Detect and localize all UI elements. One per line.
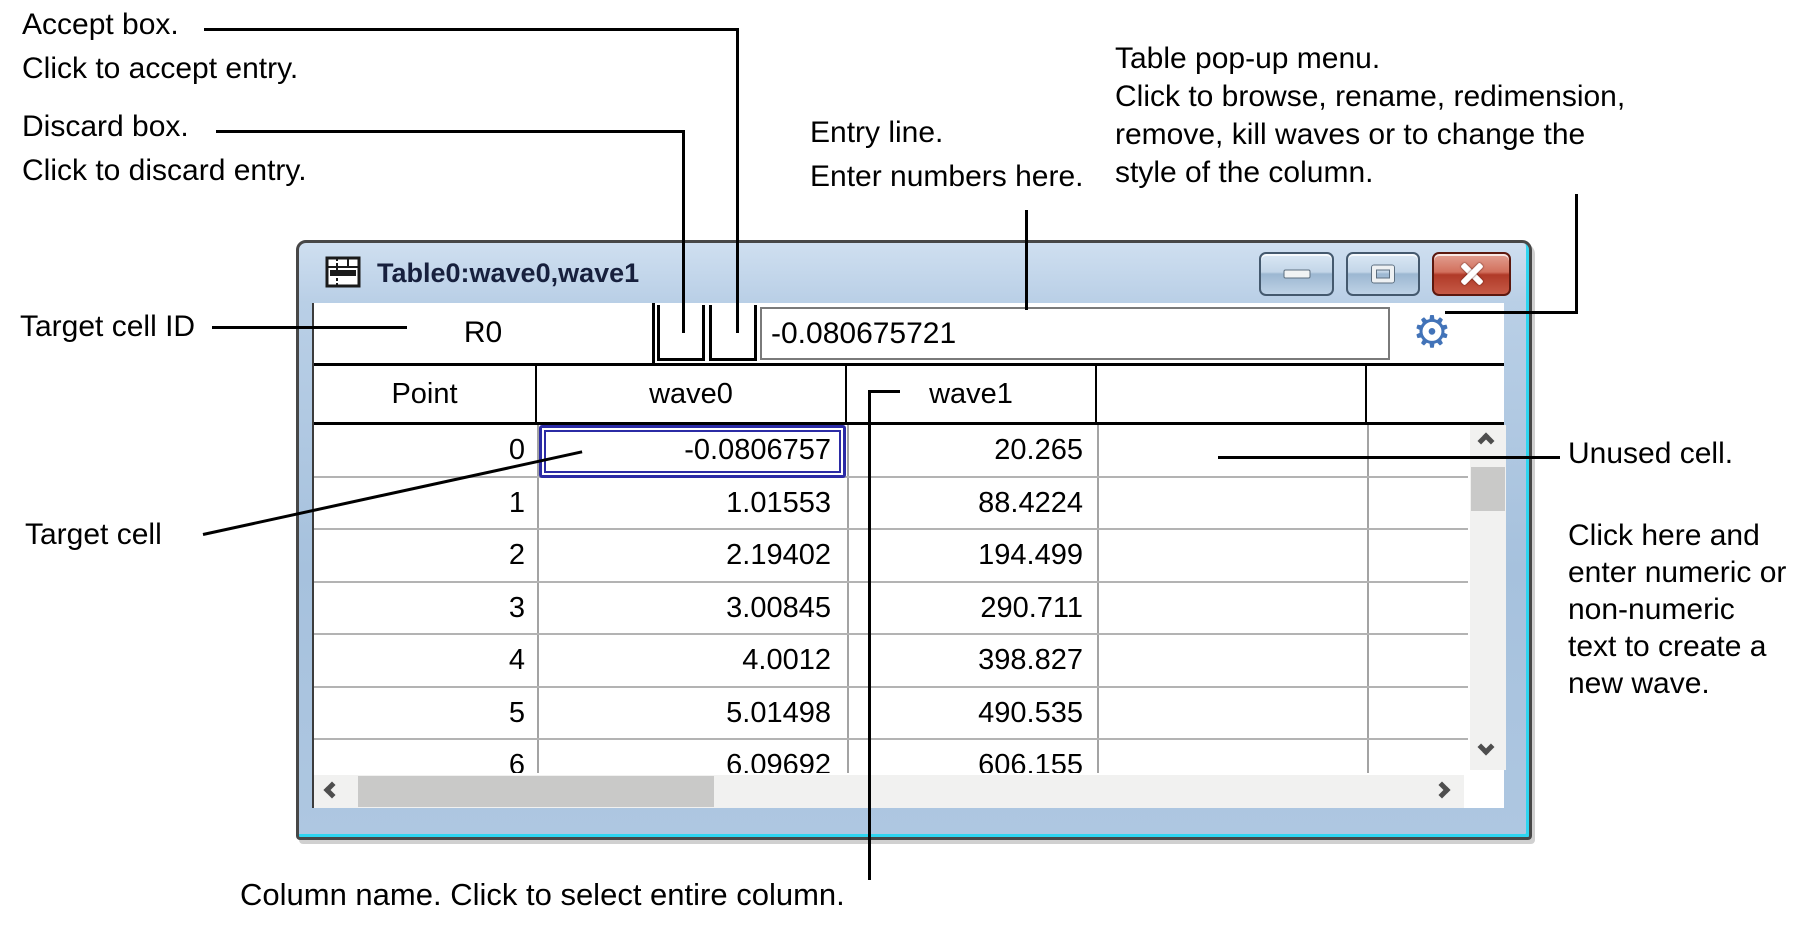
annotation-discard-title: Discard box.	[22, 110, 189, 144]
vertical-scrollbar-thumb[interactable]	[1471, 467, 1505, 511]
cell-point-row5[interactable]: 5	[314, 688, 537, 738]
callout-line-column-name-tick	[868, 390, 900, 393]
callout-line-accept-v	[736, 28, 739, 333]
callout-line-entry	[1025, 210, 1028, 310]
figure-canvas: Accept box. Click to accept entry. Disca…	[0, 0, 1811, 927]
annotation-new-wave-line4: text to create a	[1568, 628, 1786, 665]
scroll-left-icon[interactable]	[324, 782, 341, 799]
annotation-target-cell-id: Target cell ID	[20, 310, 195, 344]
annotation-column-name: Column name. Click to select entire colu…	[240, 878, 845, 912]
vertical-scrollbar[interactable]	[1470, 425, 1506, 770]
callout-line-unused-cell	[1218, 456, 1560, 459]
column-header-unused-1[interactable]	[1097, 366, 1367, 422]
column-header-point[interactable]: Point	[314, 366, 537, 422]
callout-line-popup-v	[1575, 194, 1578, 314]
annotation-accept-title: Accept box.	[22, 8, 179, 42]
annotation-popup-line4: style of the column.	[1115, 154, 1625, 192]
table-row: 44.0012398.827	[314, 635, 1468, 688]
cell-wave0-row4[interactable]: 4.0012	[537, 635, 847, 685]
annotation-new-wave-line2: enter numeric or	[1568, 554, 1786, 591]
callout-line-target-cell-id	[212, 326, 407, 329]
annotation-popup-line3: remove, kill waves or to change the	[1115, 116, 1625, 154]
table-row: 22.19402194.499	[314, 530, 1468, 583]
table-grid-icon	[325, 256, 361, 288]
horizontal-scrollbar-thumb[interactable]	[358, 776, 714, 807]
cell-wave1-row0[interactable]: 20.265	[847, 425, 1097, 475]
column-header-unused-2[interactable]	[1367, 366, 1468, 422]
callout-line-discard-v	[682, 130, 685, 333]
table-header-row: Point wave0 wave1	[314, 363, 1504, 425]
maximize-icon	[1372, 266, 1394, 283]
cell-wave1-row1[interactable]: 88.4224	[847, 478, 1097, 528]
target-cell-id-display: R0	[314, 303, 655, 363]
table-toolbar: R0 ⚙	[314, 303, 1504, 363]
cell-wave0-row3[interactable]: 3.00845	[537, 583, 847, 633]
annotation-popup-line2: Click to browse, rename, redimension,	[1115, 78, 1625, 116]
accept-box[interactable]	[709, 305, 757, 361]
annotation-unused-cell: Unused cell.	[1568, 437, 1733, 471]
annotation-new-wave-line5: new wave.	[1568, 665, 1786, 702]
annotation-entry-title: Entry line.	[810, 116, 943, 150]
cell-wave1-row6[interactable]: 606.155	[847, 740, 1097, 773]
callout-line-discard-h	[216, 130, 685, 133]
cell-wave0-row5[interactable]: 5.01498	[537, 688, 847, 738]
cell-wave1-row5[interactable]: 490.535	[847, 688, 1097, 738]
annotation-accept-subtitle: Click to accept entry.	[22, 52, 298, 86]
window-title: Table0:wave0,wave1	[377, 258, 639, 289]
table-row: 11.0155388.4224	[314, 478, 1468, 531]
cell-wave1-row2[interactable]: 194.499	[847, 530, 1097, 580]
annotation-discard-subtitle: Click to discard entry.	[22, 154, 307, 188]
table-grid-rows: 0-0.080675720.26511.0155388.422422.19402…	[314, 425, 1468, 773]
callout-line-accept-h	[204, 28, 739, 31]
table-row: 0-0.080675720.265	[314, 425, 1468, 478]
cell-wave1-row4[interactable]: 398.827	[847, 635, 1097, 685]
cell-point-row3[interactable]: 3	[314, 583, 537, 633]
annotation-new-wave-line1: Click here and	[1568, 517, 1786, 554]
annotation-entry-subtitle: Enter numbers here.	[810, 160, 1083, 194]
callout-line-column-name-v	[868, 390, 871, 880]
annotation-popup-line1: Table pop-up menu.	[1115, 40, 1625, 78]
close-button[interactable]	[1432, 252, 1511, 296]
table-client-area: R0 ⚙ Point wave0 wave1	[312, 303, 1504, 808]
scroll-right-icon[interactable]	[1434, 782, 1451, 799]
annotation-target-cell: Target cell	[25, 518, 162, 552]
table-window: Table0:wave0,wave1 R0 ⚙	[296, 240, 1532, 840]
entry-line-input[interactable]	[760, 307, 1390, 360]
discard-box[interactable]	[657, 305, 705, 361]
column-header-wave0[interactable]: wave0	[537, 366, 847, 422]
gear-icon: ⚙	[1412, 307, 1451, 358]
target-cell-highlight	[539, 425, 846, 478]
horizontal-scrollbar[interactable]	[314, 775, 1464, 808]
cell-point-row4[interactable]: 4	[314, 635, 537, 685]
callout-line-popup-h	[1445, 311, 1578, 314]
table-row: 55.01498490.535	[314, 688, 1468, 741]
annotation-new-wave-line3: non-numeric	[1568, 591, 1786, 628]
annotation-new-wave: Click here and enter numeric or non-nume…	[1568, 517, 1786, 702]
table-row: 33.00845290.711	[314, 583, 1468, 636]
column-header-wave1[interactable]: wave1	[847, 366, 1097, 422]
title-bar[interactable]: Table0:wave0,wave1	[299, 243, 1529, 303]
scroll-up-icon[interactable]	[1478, 433, 1495, 450]
maximize-button[interactable]	[1346, 252, 1420, 296]
minimize-icon	[1283, 270, 1310, 279]
cell-wave0-row1[interactable]: 1.01553	[537, 478, 847, 528]
table-row: 66.09692606.155	[314, 740, 1468, 773]
cell-wave0-row6[interactable]: 6.09692	[537, 740, 847, 773]
cell-wave0-row2[interactable]: 2.19402	[537, 530, 847, 580]
minimize-button[interactable]	[1259, 252, 1334, 296]
cell-point-row6[interactable]: 6	[314, 740, 537, 773]
cell-point-row2[interactable]: 2	[314, 530, 537, 580]
cell-wave1-row3[interactable]: 290.711	[847, 583, 1097, 633]
scroll-down-icon[interactable]	[1478, 739, 1495, 756]
annotation-popup-menu: Table pop-up menu. Click to browse, rena…	[1115, 40, 1625, 192]
